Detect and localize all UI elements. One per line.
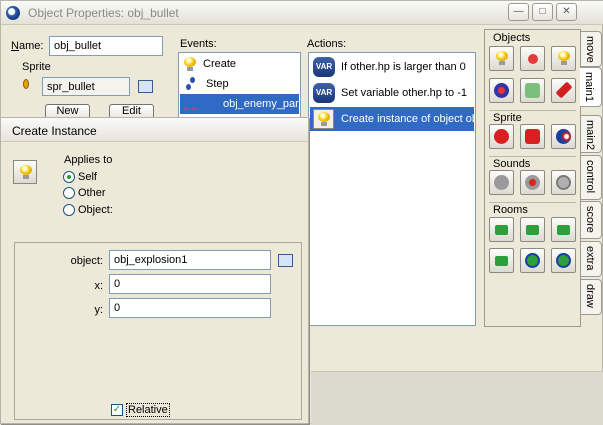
tab-main2[interactable]: main2	[580, 115, 602, 153]
check-sound-action-button[interactable]	[551, 170, 576, 195]
action-item-if-variable[interactable]: VAR If other.hp is larger than 0	[310, 55, 474, 79]
objects-group-label: Objects	[493, 32, 531, 44]
y-field[interactable]: 0	[109, 298, 271, 318]
sounds-group-label: Sounds	[493, 158, 531, 170]
sprite-label: Sprite	[22, 61, 51, 73]
action-palette: Objects Sprite Sounds Rooms	[484, 29, 581, 327]
bulb-icon	[184, 57, 196, 71]
relative-label[interactable]: Relative	[126, 403, 170, 417]
tab-draw[interactable]: draw	[580, 279, 602, 315]
sprite-menu-icon[interactable]	[138, 80, 153, 93]
sprite-preview-icon	[23, 79, 29, 89]
minimize-button[interactable]: —	[508, 3, 529, 21]
create-instance-icon	[313, 109, 334, 129]
var-icon: VAR	[313, 57, 335, 77]
name-label: Name:	[11, 40, 44, 52]
action-item-create-instance[interactable]: Create instance of object obj	[310, 107, 474, 131]
dialog-title: Create Instance	[12, 124, 97, 138]
actions-list[interactable]: VAR If other.hp is larger than 0 VAR Set…	[308, 52, 476, 326]
bottom-area	[311, 371, 603, 425]
game-maker-icon	[6, 6, 20, 20]
tab-extra[interactable]: extra	[580, 241, 602, 277]
create-instance-icon	[13, 160, 37, 184]
jump-to-start-action-button[interactable]	[520, 78, 545, 103]
x-field[interactable]: 0	[109, 274, 271, 294]
events-list[interactable]: Create Step ⇔⇔ obj_enemy_pare	[178, 52, 301, 118]
color-sprite-action-button[interactable]	[551, 124, 576, 149]
relative-checkbox[interactable]: ✓	[111, 404, 123, 416]
dialog-title-bar[interactable]: Create Instance	[1, 118, 308, 142]
applies-other-label[interactable]: Other	[78, 187, 106, 199]
play-sound-action-button[interactable]	[489, 170, 514, 195]
footsteps-icon	[185, 77, 197, 91]
next-room-action-button[interactable]	[520, 217, 545, 242]
var-icon: VAR	[313, 83, 335, 103]
applies-object-label[interactable]: Object:	[78, 204, 113, 216]
tab-control[interactable]: control	[580, 155, 602, 200]
check-previous-room-action-button[interactable]	[520, 248, 545, 273]
restart-room-action-button[interactable]	[551, 217, 576, 242]
tab-score[interactable]: score	[580, 201, 602, 239]
destroy-instance-action-button[interactable]	[551, 78, 576, 103]
object-label: object:	[70, 255, 103, 267]
rooms-group-label: Rooms	[493, 204, 528, 216]
applies-object-radio[interactable]	[63, 204, 75, 216]
sprite-group-label: Sprite	[493, 112, 522, 124]
change-instance-action-button[interactable]	[489, 78, 514, 103]
check-next-room-action-button[interactable]	[551, 248, 576, 273]
y-label: y:	[94, 304, 103, 316]
different-room-action-button[interactable]	[489, 248, 514, 273]
arguments-panel: object: obj_explosion1 x: 0 y: 0 ✓ Relat…	[14, 242, 302, 420]
sprite-select[interactable]: spr_bullet	[42, 77, 130, 96]
create-instance-action-button[interactable]	[489, 46, 514, 71]
object-field[interactable]: obj_explosion1	[109, 250, 271, 270]
transform-sprite-action-button[interactable]	[520, 124, 545, 149]
collision-icon: ⇔⇔	[182, 103, 200, 114]
tab-main1[interactable]: main1	[580, 67, 602, 107]
action-item-set-variable[interactable]: VAR Set variable other.hp to -1	[310, 81, 474, 105]
stop-sound-action-button[interactable]	[520, 170, 545, 195]
event-item-collision[interactable]: ⇔⇔ obj_enemy_pare	[180, 94, 299, 114]
close-button[interactable]: ✕	[556, 3, 577, 21]
maximize-button[interactable]: □	[532, 3, 553, 21]
event-item-create[interactable]: Create	[180, 54, 299, 74]
create-moving-action-button[interactable]	[520, 46, 545, 71]
applies-other-radio[interactable]	[63, 187, 75, 199]
event-item-step[interactable]: Step	[180, 74, 299, 94]
name-input[interactable]: obj_bullet	[49, 36, 163, 56]
change-sprite-action-button[interactable]	[489, 124, 514, 149]
events-header: Events:	[180, 38, 217, 50]
action-tabs: move main1 main2 control score extra dra…	[580, 29, 603, 425]
x-label: x:	[94, 280, 103, 292]
applies-self-radio[interactable]	[63, 171, 75, 183]
window-title: Object Properties: obj_bullet	[28, 6, 179, 20]
actions-header: Actions:	[307, 38, 347, 50]
create-instance-dialog: Create Instance Applies to Self Other Ob…	[0, 117, 309, 424]
previous-room-action-button[interactable]	[489, 217, 514, 242]
object-menu-icon[interactable]	[278, 254, 293, 267]
tab-move[interactable]: move	[580, 31, 602, 67]
create-random-action-button[interactable]	[551, 46, 576, 71]
applies-self-label[interactable]: Self	[78, 171, 97, 183]
title-bar[interactable]: Object Properties: obj_bullet — □ ✕	[1, 1, 603, 25]
applies-to-label: Applies to	[64, 154, 113, 166]
